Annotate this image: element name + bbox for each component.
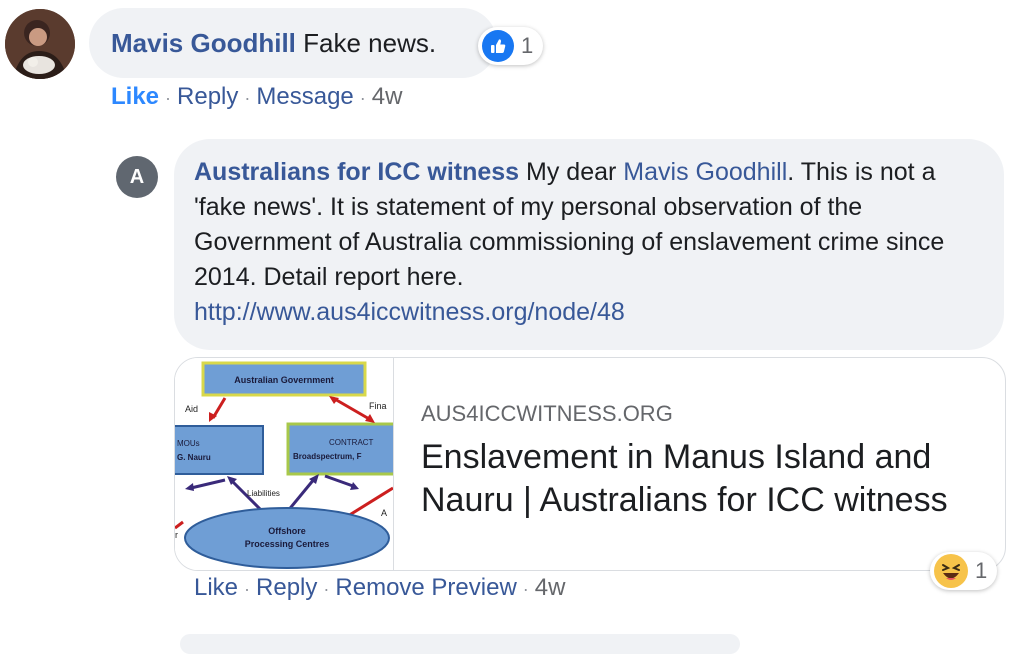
commenter-avatar[interactable] [5, 9, 75, 79]
diagram-mous-sub-label: G. Nauru [177, 453, 211, 462]
reply-reaction-count: 1 [975, 558, 988, 583]
comment-text: Fake news. [303, 28, 437, 58]
like-link[interactable]: Like [111, 83, 159, 110]
diagram-mous-label: MOUs [177, 439, 200, 448]
reply-url-link[interactable]: http://www.aus4iccwitness.org/node/48 [194, 298, 625, 326]
diagram-aid-label: Aid [185, 404, 198, 414]
reply-bubble: Australians for ICC witness My dear Mavi… [174, 139, 1004, 350]
comment-actions: Like · Reply · Message · 4w [111, 83, 403, 110]
reply-reaction-summary[interactable]: 1 [930, 552, 998, 590]
diagram-thumbnail: Australian Government Aid Fina MOUs G. N… [175, 358, 400, 570]
diagram-opc-label: Offshore [268, 526, 306, 536]
mention-link[interactable]: Mavis Goodhill [623, 158, 787, 186]
reaction-summary[interactable]: 1 [478, 27, 544, 65]
next-comment-bubble-edge [180, 634, 740, 654]
diagram-opc-sub-label: Processing Centres [245, 539, 330, 549]
comment-bubble: Mavis Goodhill Fake news. [89, 8, 497, 78]
link-preview-domain: AUS4ICCWITNESS.ORG [421, 401, 673, 426]
reply-timestamp[interactable]: 4w [535, 574, 566, 601]
diagram-contract-label: CONTRACT [329, 438, 374, 447]
reply-text: Australians for ICC witness My dear Mavi… [194, 155, 994, 330]
diagram-gov-label: Australian Government [234, 375, 334, 385]
diagram-contract-sub-label: Broadspectrum, F [293, 452, 362, 461]
link-preview-card[interactable]: Australian Government Aid Fina MOUs G. N… [174, 357, 1006, 571]
thumbs-up-icon [482, 30, 514, 62]
reply-actions: Like · Reply · Remove Preview · 4w [194, 574, 566, 601]
link-preview-thumbnail[interactable]: Australian Government Aid Fina MOUs G. N… [175, 358, 400, 570]
comment-timestamp[interactable]: 4w [372, 83, 403, 110]
diagram-a-label: A [381, 508, 387, 518]
link-preview-title[interactable]: Enslavement in Manus Island and Nauru | … [421, 436, 981, 522]
reply-author[interactable]: Australians for ICC witness [194, 158, 519, 186]
reaction-count: 1 [521, 33, 534, 58]
diagram-r-label: r [175, 530, 178, 540]
reply-text-pre: My dear [526, 158, 617, 186]
comment-author[interactable]: Mavis Goodhill [111, 28, 296, 58]
reply-avatar[interactable]: A [116, 156, 158, 198]
profile-photo [5, 9, 75, 79]
reply-link[interactable]: Reply [177, 83, 238, 110]
comment-text-line: Mavis Goodhill Fake news. [111, 28, 436, 59]
reply-like-link[interactable]: Like [194, 574, 238, 601]
diagram-fina-label: Fina [369, 401, 387, 411]
haha-emoji-icon [934, 554, 968, 588]
reply-reply-link[interactable]: Reply [256, 574, 317, 601]
diagram-liabilities-label: Liabilities [247, 489, 280, 498]
remove-preview-link[interactable]: Remove Preview [335, 574, 516, 601]
message-link[interactable]: Message [256, 83, 353, 110]
